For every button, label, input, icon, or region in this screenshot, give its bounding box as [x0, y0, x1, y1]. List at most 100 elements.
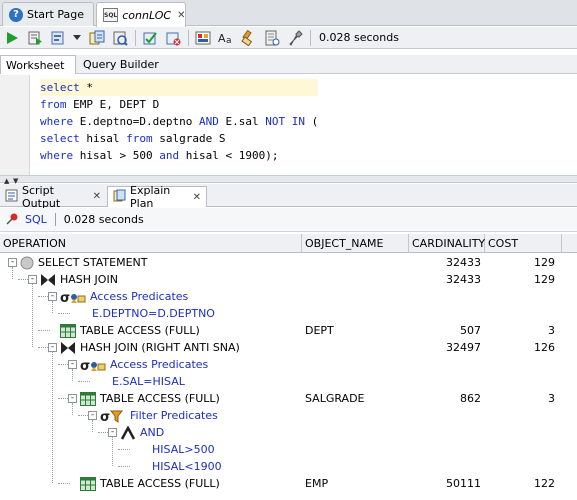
operation-text: TABLE ACCESS (FULL): [80, 324, 200, 337]
run-script-icon[interactable]: [27, 30, 43, 46]
rollback-icon[interactable]: [165, 30, 181, 46]
tab-start-page-label: Start Page: [27, 8, 84, 21]
tab-worksheet[interactable]: Worksheet: [0, 55, 76, 74]
collapse-toggle-icon[interactable]: -: [48, 343, 57, 352]
column-header-cost[interactable]: COST: [485, 234, 562, 253]
cardinality-cell: 32433: [446, 273, 481, 286]
close-icon[interactable]: ✕: [177, 10, 185, 21]
sql-token: hisal: [86, 132, 127, 145]
unshared-sql-icon[interactable]: [195, 30, 211, 46]
column-header-object-name[interactable]: OBJECT_NAME: [302, 234, 409, 253]
table-row[interactable]: TABLE ACCESS (FULL) DEPT 507 3: [0, 322, 577, 339]
table-row[interactable]: - HASH JOIN 32433 129: [0, 271, 577, 288]
cost-cell: [485, 407, 555, 424]
code-line[interactable]: where hisal > 500 and hisal < 1900);: [40, 147, 318, 164]
autotrace-icon[interactable]: [50, 30, 66, 46]
table-row[interactable]: E.SAL=HISAL: [0, 373, 577, 390]
collapse-toggle-icon[interactable]: -: [88, 411, 97, 420]
run-statement-icon[interactable]: [4, 30, 20, 46]
cardinality-cell: [409, 407, 481, 424]
table-row[interactable]: - σ Access Predicates: [0, 288, 577, 305]
code-line[interactable]: select *: [40, 79, 319, 96]
explain-plan-icon[interactable]: [89, 30, 105, 46]
collapse-toggle-icon[interactable]: -: [8, 258, 17, 267]
sql-editor[interactable]: select * from EMP E, DEPT Dwhere E.deptno…: [0, 75, 577, 175]
pane-splitter[interactable]: ▲ ▼: [0, 175, 577, 185]
clear-icon[interactable]: [241, 29, 257, 46]
table-row[interactable]: - AND: [0, 424, 577, 441]
toolbar-separator: [135, 29, 136, 46]
table-row[interactable]: - σ Filter Predicates: [0, 407, 577, 424]
sql-history-icon[interactable]: [264, 30, 280, 46]
to-upper-lower-icon[interactable]: Aa: [218, 30, 234, 46]
toolbar-separator: [54, 213, 56, 226]
sql-tuning-icon[interactable]: [112, 30, 128, 46]
cardinality-cell: [409, 373, 481, 390]
table-row[interactable]: - SELECT STATEMENT 32433 129: [0, 254, 577, 271]
sql-code[interactable]: select * from EMP E, DEPT Dwhere E.deptno…: [40, 79, 319, 164]
table-row[interactable]: TABLE ACCESS (FULL) EMP 50111 122: [0, 475, 577, 492]
cardinality-cell: 862: [460, 392, 481, 405]
svg-text:A: A: [218, 32, 226, 45]
sql-keyword: from: [40, 98, 74, 111]
operation-cell: TABLE ACCESS (FULL): [80, 390, 220, 407]
cost-cell: [485, 305, 555, 322]
cost-cell: 122: [534, 477, 555, 490]
cost-cell: 129: [534, 256, 555, 269]
sql-token: 1900: [238, 149, 266, 162]
tab-query-builder[interactable]: Query Builder: [78, 55, 168, 74]
operation-cell: E.DEPTNO=D.DEPTNO: [92, 305, 215, 322]
tab-connloc[interactable]: SQL connLOC ✕: [96, 2, 186, 27]
table-row[interactable]: - TABLE ACCESS (FULL) SALGRADE 862 3: [0, 390, 577, 407]
document-tab-bar: ? Start Page SQL connLOC ✕: [0, 0, 577, 27]
column-header-operation[interactable]: OPERATION: [0, 234, 302, 253]
sql-token: EMP E, DEPT D: [73, 98, 160, 111]
table-access-icon: [60, 323, 76, 338]
code-line[interactable]: where E.deptno=D.deptno AND E.sal NOT IN…: [40, 113, 318, 130]
tree-connector: [118, 466, 130, 467]
tab-worksheet-label: Worksheet: [6, 58, 65, 72]
svg-text:σ: σ: [100, 410, 110, 423]
column-header-cardinality[interactable]: CARDINALITY: [409, 234, 485, 253]
table-row[interactable]: - HASH JOIN (RIGHT ANTI SNA) 32497 126: [0, 339, 577, 356]
collapse-toggle-icon[interactable]: -: [28, 275, 37, 284]
toolbar-separator: [188, 29, 189, 46]
object-name-cell: EMP: [305, 477, 329, 490]
collapse-toggle-icon[interactable]: -: [68, 360, 77, 369]
code-line[interactable]: select hisal from salgrade S: [40, 130, 318, 147]
close-icon[interactable]: ✕: [193, 192, 201, 203]
table-row[interactable]: E.DEPTNO=D.DEPTNO: [0, 305, 577, 322]
operation-text: TABLE ACCESS (FULL): [100, 392, 220, 405]
sql-token: hisal >: [79, 149, 133, 162]
sql-token: );: [265, 149, 279, 162]
sql-keyword: select: [40, 81, 87, 94]
sql-token: hisal <: [185, 149, 239, 162]
access-predicates-icon: σ: [60, 290, 86, 304]
tools-icon[interactable]: [287, 29, 303, 46]
operation-cell: AND: [120, 424, 164, 441]
access-predicates-icon: σ: [80, 358, 106, 372]
operation-text: HISAL<1900: [152, 460, 222, 473]
sql-link[interactable]: SQL: [25, 213, 47, 226]
close-icon[interactable]: ✕: [93, 191, 101, 202]
cost-cell: 129: [534, 273, 555, 286]
explain-plan-icon: [113, 189, 126, 205]
tree-guide: [12, 267, 13, 279]
tab-start-page[interactable]: ? Start Page: [2, 2, 94, 26]
tab-script-output[interactable]: Script Output ✕: [0, 184, 106, 210]
cost-cell: [485, 373, 555, 390]
pin-icon[interactable]: [6, 212, 19, 228]
cardinality-cell: 50111: [446, 477, 481, 490]
collapse-toggle-icon[interactable]: -: [48, 292, 57, 301]
table-row[interactable]: - σ Access Predicates: [0, 356, 577, 373]
tab-explain-plan[interactable]: Explain Plan ✕: [107, 184, 207, 210]
dropdown-arrow-icon[interactable]: [73, 30, 81, 46]
cardinality-cell: [409, 305, 481, 322]
collapse-toggle-icon[interactable]: -: [108, 428, 117, 437]
code-line[interactable]: from EMP E, DEPT D: [40, 96, 318, 113]
table-row[interactable]: HISAL>500: [0, 441, 577, 458]
commit-icon[interactable]: [142, 30, 158, 46]
table-row[interactable]: HISAL<1900: [0, 458, 577, 475]
tree-guide: [52, 352, 53, 483]
collapse-toggle-icon[interactable]: -: [68, 394, 77, 403]
